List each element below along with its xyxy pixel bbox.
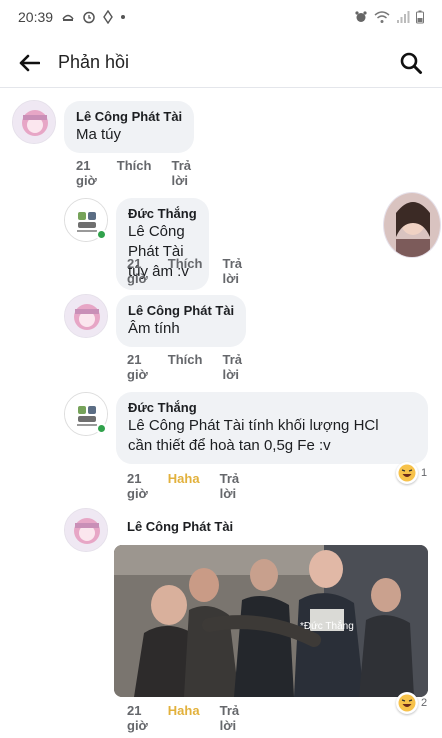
- comment-photo[interactable]: *Đức Thắng: [114, 545, 428, 697]
- comment-bubble[interactable]: Lê Công Phát Tài Âm tính: [116, 295, 247, 347]
- avatar-anime-image: [65, 295, 107, 337]
- comment-time: 21 giờ: [76, 158, 97, 188]
- alarm-clock-icon: [355, 11, 367, 22]
- comment-actions: 21 giờ Thích Trả lời: [127, 352, 242, 382]
- battery-icon: [416, 10, 424, 24]
- avatar-anime-image: [13, 101, 55, 143]
- comment-author[interactable]: Đức Thắng: [128, 399, 416, 416]
- avatar-photo-image: [384, 193, 440, 257]
- reaction-count: 1: [421, 467, 428, 479]
- comment-actions: 21 giờ Haha Trả lời: [127, 471, 239, 501]
- like-button[interactable]: Thích: [168, 352, 203, 382]
- comment-time: 21 giờ: [127, 471, 148, 501]
- photo-caption: *Đức Thắng: [300, 621, 354, 632]
- reply-button[interactable]: Trả lời: [220, 703, 240, 733]
- online-status-dot: [96, 229, 107, 240]
- avatar[interactable]: [64, 294, 108, 338]
- haha-emoji-icon: [398, 464, 416, 482]
- avatar[interactable]: [383, 192, 441, 258]
- reply-button[interactable]: Trả lời: [220, 471, 240, 501]
- comment-author[interactable]: Lê Công Phát Tài: [76, 108, 182, 125]
- like-button[interactable]: Thích: [168, 256, 203, 286]
- back-button[interactable]: [14, 48, 44, 78]
- reply-button[interactable]: Trả lời: [222, 352, 242, 382]
- search-button[interactable]: [396, 48, 426, 78]
- haha-reaction-button[interactable]: Haha: [168, 703, 200, 733]
- app-screen: 20:39 Phản hồi Lê Công Phát Tài Ma túy 2…: [0, 0, 442, 738]
- status-bar: 20:39: [0, 0, 442, 34]
- comment-time: 21 giờ: [127, 703, 148, 733]
- sync-icon: [62, 14, 74, 21]
- haha-emoji-icon: [398, 694, 416, 712]
- comment-author[interactable]: Lê Công Phát Tài: [128, 302, 234, 319]
- meme-photo-image: [114, 545, 428, 697]
- reply-button[interactable]: Trả lời: [171, 158, 191, 188]
- reaction-count: 2: [421, 697, 428, 709]
- comment-text-line: Lê Công Phát Tài tính khối lượng HCl: [128, 417, 379, 434]
- comment-text: Âm tính: [128, 320, 180, 337]
- avatar[interactable]: [64, 508, 108, 552]
- comment-actions: 21 giờ Thích Trả lời: [76, 158, 191, 188]
- comment-time: 21 giờ: [127, 352, 148, 382]
- avatar[interactable]: [12, 100, 56, 144]
- page-title: Phản hồi: [58, 52, 130, 72]
- like-button[interactable]: Thích: [117, 158, 152, 188]
- comment-time: 21 giờ: [127, 256, 148, 286]
- back-arrow-icon: [19, 54, 40, 71]
- status-time: 20:39: [18, 9, 54, 25]
- comment-author[interactable]: Đức Thắng: [128, 205, 197, 222]
- reply-button[interactable]: Trả lời: [222, 256, 242, 286]
- online-status-dot: [96, 423, 107, 434]
- data-saver-icon: [103, 10, 113, 24]
- wifi-icon: [374, 11, 390, 23]
- dot-icon: [121, 15, 126, 19]
- comment-bubble[interactable]: Lê Công Phát Tài Ma túy: [64, 101, 195, 153]
- alarm-icon: [83, 11, 95, 24]
- avatar-anime-image: [65, 509, 107, 551]
- status-right-icons: [354, 10, 424, 24]
- comment-author[interactable]: Lê Công Phát Tài: [127, 518, 233, 535]
- search-icon: [400, 52, 422, 74]
- comment-bubble[interactable]: Đức Thắng Lê Công Phát Tài tính khối lượ…: [116, 392, 428, 464]
- comment-text-line: cần thiết để hoà tan 0,5g Fe :v: [128, 437, 331, 454]
- comment-text: Ma túy: [76, 126, 122, 143]
- haha-reaction-badge[interactable]: [396, 462, 418, 484]
- status-left-icons: [61, 10, 126, 24]
- haha-reaction-badge[interactable]: [396, 692, 418, 714]
- comment-actions: 21 giờ Haha Trả lời: [127, 703, 239, 733]
- comment-actions: 21 giờ Thích Trả lời: [127, 256, 242, 286]
- signal-icon: [397, 11, 410, 23]
- haha-reaction-button[interactable]: Haha: [168, 471, 200, 501]
- top-app-bar: Phản hồi: [0, 38, 442, 88]
